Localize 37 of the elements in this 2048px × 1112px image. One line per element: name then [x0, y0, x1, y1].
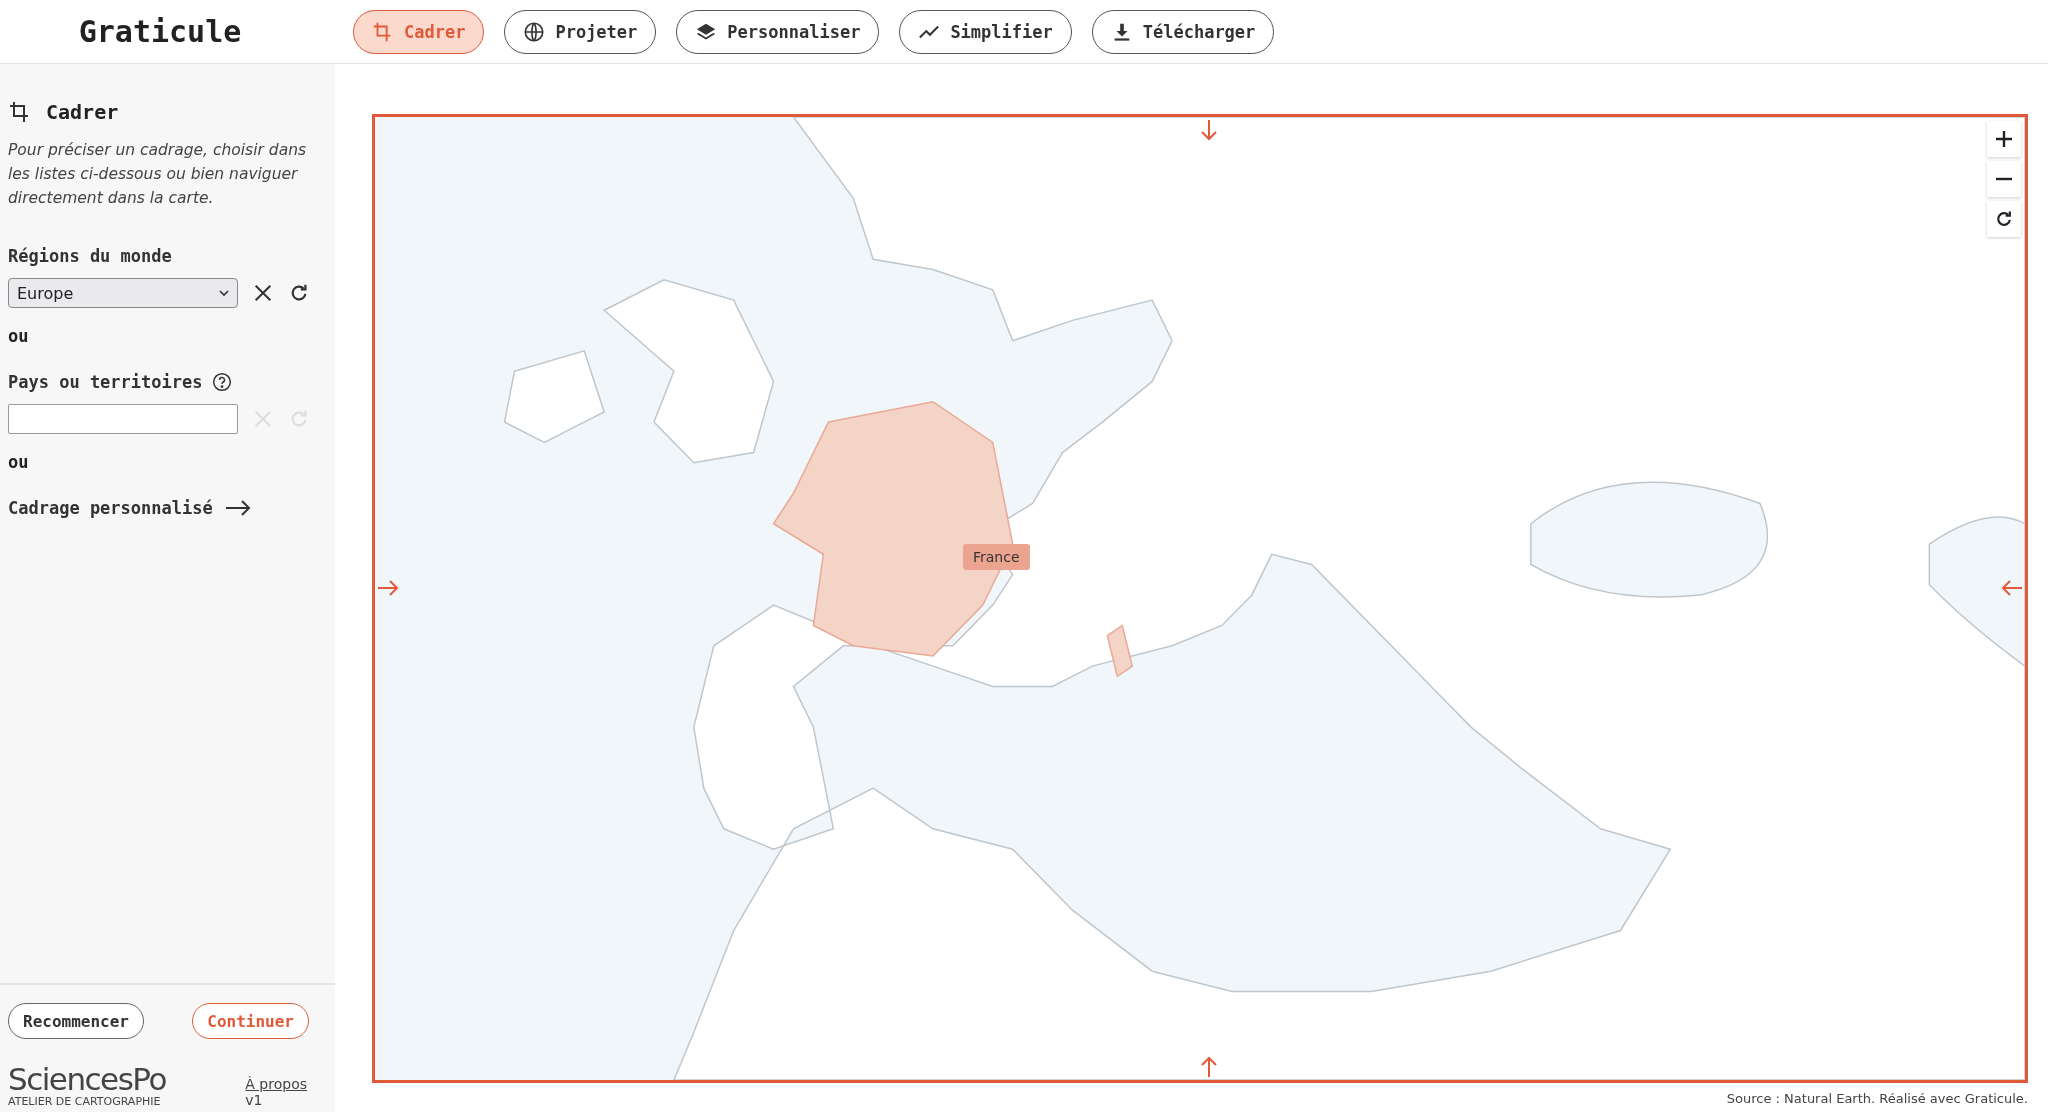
tab[interactable]: Personnaliser	[676, 9, 880, 54]
close-icon[interactable]	[252, 282, 274, 304]
version-text: v1	[245, 1092, 264, 1108]
tab[interactable]: Projeter	[504, 9, 657, 54]
panel-title: Cadrer	[46, 100, 119, 124]
app-title: Graticule	[77, 14, 243, 49]
reset-view-button[interactable]	[1987, 201, 2021, 237]
footer-button[interactable]: Recommencer	[8, 1003, 144, 1039]
arrow-up-icon[interactable]	[1200, 1056, 1218, 1078]
custom-frame-link[interactable]: Cadrage personnalisé	[8, 498, 213, 518]
field-label: Régions du monde	[8, 246, 173, 266]
source-text: Source : Natural Earth. Réalisé avec Graticule.	[1725, 1090, 2028, 1106]
map-frame[interactable]: France	[372, 114, 2028, 1083]
chevron-down-icon	[219, 289, 229, 297]
arrow-right-icon[interactable]	[224, 500, 251, 516]
separator-text: ou	[8, 326, 30, 346]
separator-text: ou	[8, 452, 30, 472]
plus-icon	[1995, 130, 2013, 148]
reset-icon	[1994, 209, 2014, 229]
arrow-left-icon[interactable]	[2001, 579, 2023, 598]
country-input[interactable]	[8, 404, 238, 434]
country-label: France	[963, 544, 1030, 570]
logo-text: SciencesPo	[8, 1063, 166, 1095]
arrow-down-icon[interactable]	[1200, 119, 1218, 141]
region-select[interactable]: Europe	[8, 278, 238, 308]
tab[interactable]: Télécharger	[1091, 9, 1275, 54]
about-link[interactable]: À propos	[245, 1076, 307, 1092]
footer-button[interactable]: Continuer	[192, 1003, 309, 1039]
help-icon[interactable]	[212, 372, 233, 392]
minus-icon	[1995, 177, 2013, 181]
intro-text: Pour préciser un cadrage, choisir dans les listes ci-dessous ou bien naviguer directement dans la carte.	[8, 140, 308, 209]
field-label: Pays ou territoires	[8, 372, 203, 392]
zoom-out-button[interactable]	[1987, 161, 2021, 197]
globe-icon	[523, 20, 546, 43]
tab[interactable]: Simplifier	[899, 9, 1072, 54]
logo-subtitle: ATELIER DE CARTOGRAPHIE	[8, 1095, 162, 1108]
zoom-in-button[interactable]	[1987, 121, 2021, 157]
